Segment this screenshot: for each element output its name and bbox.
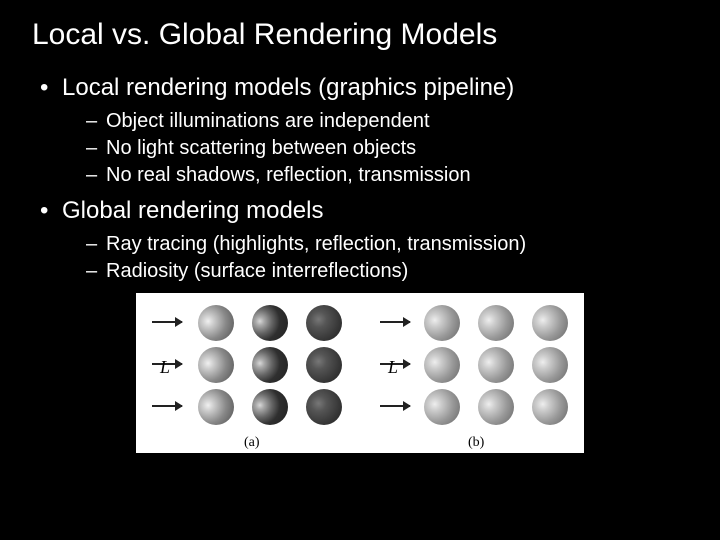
arrow-icon — [152, 405, 182, 407]
sphere-icon — [198, 305, 234, 341]
sub-item: No real shadows, reflection, transmissio… — [86, 164, 692, 187]
sphere-icon — [198, 389, 234, 425]
figure: L L (a) (b) — [136, 293, 584, 453]
sphere-icon — [306, 389, 342, 425]
arrow-icon — [380, 405, 410, 407]
sub-item: No light scattering between objects — [86, 137, 692, 160]
figure-caption-b: (b) — [468, 435, 484, 451]
sphere-icon — [252, 305, 288, 341]
sub-text: Radiosity (surface interreflections) — [106, 260, 408, 282]
sphere-icon — [424, 389, 460, 425]
sub-item: Object illuminations are independent — [86, 110, 692, 133]
figure-panel-a: L — [146, 301, 352, 429]
bullet-item: Local rendering models (graphics pipelin… — [36, 74, 692, 187]
sphere-icon — [306, 347, 342, 383]
sphere-icon — [478, 305, 514, 341]
slide-title: Local vs. Global Rendering Models — [32, 18, 692, 52]
sphere-icon — [198, 347, 234, 383]
bullet-text: Global rendering models — [62, 197, 323, 224]
sphere-icon — [532, 347, 568, 383]
sub-text: No light scattering between objects — [106, 137, 416, 159]
light-label: L — [160, 357, 170, 378]
sub-item: Radiosity (surface interreflections) — [86, 260, 692, 283]
sphere-icon — [478, 347, 514, 383]
sub-item: Ray tracing (highlights, reflection, tra… — [86, 233, 692, 256]
sphere-icon — [532, 305, 568, 341]
figure-caption-a: (a) — [244, 435, 260, 451]
sphere-icon — [306, 305, 342, 341]
arrow-icon — [380, 321, 410, 323]
sub-text: Object illuminations are independent — [106, 110, 430, 132]
arrow-icon — [152, 321, 182, 323]
sphere-icon — [252, 389, 288, 425]
sub-list: Object illuminations are independent No … — [86, 110, 692, 187]
sphere-icon — [478, 389, 514, 425]
sphere-icon — [424, 305, 460, 341]
bullet-text: Local rendering models (graphics pipelin… — [62, 74, 514, 101]
sphere-icon — [532, 389, 568, 425]
bullet-item: Global rendering models Ray tracing (hig… — [36, 197, 692, 283]
figure-panel-b: L — [380, 301, 572, 429]
bullet-list: Local rendering models (graphics pipelin… — [36, 74, 692, 283]
sub-text: Ray tracing (highlights, reflection, tra… — [106, 233, 526, 255]
slide: Local vs. Global Rendering Models Local … — [0, 0, 720, 540]
sub-list: Ray tracing (highlights, reflection, tra… — [86, 233, 692, 283]
light-label: L — [388, 357, 398, 378]
sphere-icon — [252, 347, 288, 383]
sub-text: No real shadows, reflection, transmissio… — [106, 164, 471, 186]
sphere-icon — [424, 347, 460, 383]
